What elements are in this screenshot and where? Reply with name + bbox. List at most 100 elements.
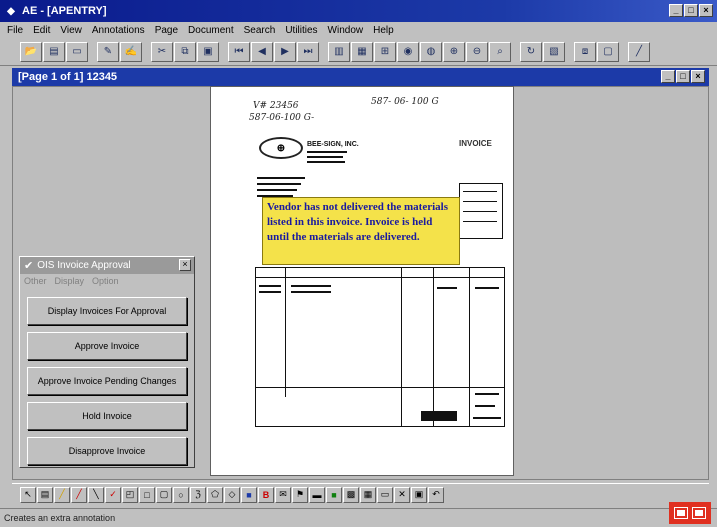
pen-tool-icon[interactable]: ╱ (628, 41, 650, 62)
delete-icon[interactable]: ✕ (394, 486, 410, 503)
info-line (463, 191, 497, 192)
zoom-width-icon[interactable]: ◍ (420, 41, 442, 62)
flag-icon[interactable]: ⚑ (292, 486, 308, 503)
maximize-button[interactable]: □ (684, 4, 698, 17)
handwriting-vendor-number: V# 23456 (253, 101, 299, 111)
save-icon[interactable]: ▣ (411, 486, 427, 503)
stamp-icon[interactable]: ✉ (275, 486, 291, 503)
window-tile-icon[interactable]: ⧈ (574, 41, 596, 62)
menu-annotations[interactable]: Annotations (87, 25, 150, 36)
info-line (463, 211, 497, 212)
zoom-out-icon[interactable]: ⊖ (466, 41, 488, 62)
first-page-icon[interactable]: ⏮ (228, 41, 250, 62)
undo-icon[interactable]: ↶ (428, 486, 444, 503)
close-button[interactable]: × (699, 4, 713, 17)
print-icon[interactable]: ▭ (66, 41, 88, 62)
menu-document[interactable]: Document (183, 25, 239, 36)
menu-search[interactable]: Search (239, 25, 281, 36)
approval-panel-title: OIS Invoice Approval (37, 260, 131, 271)
sticky-note-icon[interactable]: ◰ (122, 486, 138, 503)
pencil-icon[interactable]: ✎ (97, 41, 119, 62)
rotate-icon[interactable]: ↻ (520, 41, 542, 62)
magnify-icon[interactable]: ⌕ (489, 41, 511, 62)
total-value (473, 417, 501, 419)
doc-close-button[interactable]: × (691, 70, 705, 83)
bill-to-line (257, 183, 301, 185)
prev-page-icon[interactable]: ◀ (251, 41, 273, 62)
highlighter-icon[interactable]: ╱ (54, 486, 70, 503)
eraser-icon[interactable]: ◇ (224, 486, 240, 503)
select-arrow-icon[interactable]: ↖ (20, 486, 36, 503)
menu-edit[interactable]: Edit (28, 25, 55, 36)
menu-page[interactable]: Page (150, 25, 183, 36)
minimize-button[interactable]: _ (669, 4, 683, 17)
window-cascade-icon[interactable]: ▢ (597, 41, 619, 62)
address-line (307, 156, 343, 158)
copy-icon[interactable]: ⧉ (174, 41, 196, 62)
zoom-in-icon[interactable]: ⊕ (443, 41, 465, 62)
panel-close-button[interactable]: × (179, 259, 191, 271)
corner-badge (669, 502, 711, 524)
doc-maximize-button[interactable]: □ (676, 70, 690, 83)
text-icon[interactable]: ▤ (37, 486, 53, 503)
invoice-page-image[interactable]: V# 23456 587-06-100 G- 587- 06- 100 G ⊕ … (210, 86, 514, 476)
menu-file[interactable]: File (2, 25, 28, 36)
item-qty (259, 291, 281, 293)
image-icon[interactable]: ▩ (343, 486, 359, 503)
approve-invoice-button[interactable]: Approve Invoice (27, 332, 187, 360)
menu-window[interactable]: Window (323, 25, 369, 36)
color-fill-icon[interactable]: ■ (241, 486, 257, 503)
menu-view[interactable]: View (55, 25, 87, 36)
next-page-icon[interactable]: ▶ (274, 41, 296, 62)
annotation-sticky-note[interactable]: Vendor has not delivered the materials l… (262, 197, 460, 265)
filled-rectangle-icon[interactable]: ▢ (156, 486, 172, 503)
checkmark-icon: ✔ (24, 260, 34, 272)
table-column-rule (469, 267, 470, 427)
table-column-rule (401, 267, 402, 427)
table-column-rule (433, 267, 434, 427)
annotation-toolbar: ↖ ▤ ╱ ╱ ╲ ✓ ◰ □ ▢ ○ ℨ ⬠ ◇ ■ B ✉ ⚑ ▬ ■ ▩ … (12, 483, 709, 505)
app-icon: ◆ (7, 5, 15, 17)
red-pen-icon[interactable]: ╱ (71, 486, 87, 503)
zoom-fit-icon[interactable]: ◉ (397, 41, 419, 62)
freehand-icon[interactable]: ℨ (190, 486, 206, 503)
paste-icon[interactable]: ▣ (197, 41, 219, 62)
ellipse-icon[interactable]: ○ (173, 486, 189, 503)
annotate-icon[interactable]: ✍ (120, 41, 142, 62)
disapprove-invoice-button[interactable]: Disapprove Invoice (27, 437, 187, 465)
company-name: BEE-SIGN, INC. (307, 141, 359, 148)
grid-icon[interactable]: ⊞ (374, 41, 396, 62)
doc-minimize-button[interactable]: _ (661, 70, 675, 83)
status-bar: Creates an extra annotation (0, 508, 717, 527)
open-folder-icon[interactable]: 📂 (20, 41, 42, 62)
bold-red-icon[interactable]: B (258, 486, 274, 503)
page-layout-icon[interactable]: ▥ (328, 41, 350, 62)
panel-menu-other[interactable]: Other (24, 276, 47, 286)
form-icon[interactable]: ▭ (377, 486, 393, 503)
color-picker-icon[interactable]: ■ (326, 486, 342, 503)
menu-help[interactable]: Help (368, 25, 399, 36)
approve-pending-changes-button[interactable]: Approve Invoice Pending Changes (27, 367, 187, 395)
scan-icon[interactable]: ▤ (43, 41, 65, 62)
table-column-rule (285, 267, 286, 397)
window-title: AE - [APENTRY] (22, 5, 107, 17)
invoice-heading: INVOICE (459, 139, 492, 148)
table-icon[interactable]: ▦ (360, 486, 376, 503)
thumbnail-icon[interactable]: ▧ (543, 41, 565, 62)
panel-menu-display[interactable]: Display (55, 276, 85, 286)
display-invoices-button[interactable]: Display Invoices For Approval (27, 297, 187, 325)
last-page-icon[interactable]: ⏭ (297, 41, 319, 62)
check-mark-icon[interactable]: ✓ (105, 486, 121, 503)
menu-utilities[interactable]: Utilities (280, 25, 322, 36)
document-window-title: [Page 1 of 1] 12345 (18, 71, 118, 83)
rectangle-icon[interactable]: □ (139, 486, 155, 503)
menu-bar: File Edit View Annotations Page Document… (0, 22, 717, 38)
line-width-icon[interactable]: ▬ (309, 486, 325, 503)
hold-invoice-button[interactable]: Hold Invoice (27, 402, 187, 430)
panel-menu-option[interactable]: Option (92, 276, 119, 286)
two-page-icon[interactable]: ▦ (351, 41, 373, 62)
address-line (307, 161, 345, 163)
cut-icon[interactable]: ✂ (151, 41, 173, 62)
polygon-icon[interactable]: ⬠ (207, 486, 223, 503)
line-icon[interactable]: ╲ (88, 486, 104, 503)
